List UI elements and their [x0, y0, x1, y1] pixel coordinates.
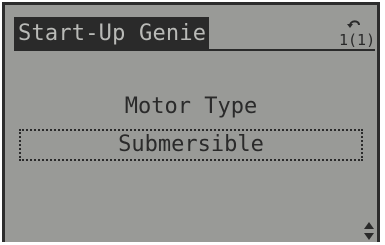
menu-level-indicator: 1(1) [335, 17, 377, 51]
display-bezel: Start-Up Genie 1(1) Motor Type Submersib… [0, 0, 385, 242]
parameter-label: Motor Type [124, 94, 258, 119]
lcd-screen: Start-Up Genie 1(1) Motor Type Submersib… [2, 2, 380, 242]
up-down-scroll-icon [363, 221, 375, 241]
menu-level-text: 1(1) [339, 31, 376, 49]
parameter-value-field[interactable]: Submersible [19, 129, 363, 161]
menu-title: Start-Up Genie [14, 17, 209, 51]
